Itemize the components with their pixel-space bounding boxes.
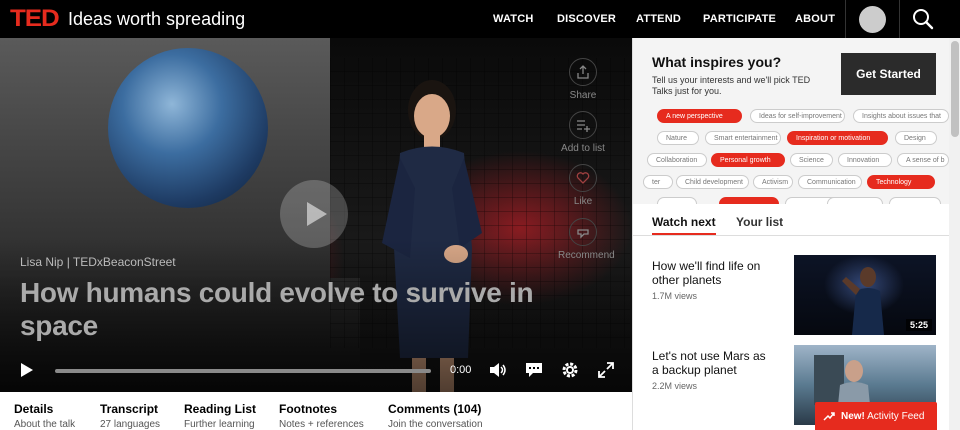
interest-chip[interactable]: Collaboration <box>647 153 707 167</box>
interest-chip[interactable]: Ideas for self-improvement <box>750 109 845 123</box>
interests-heading: What inspires you? <box>652 54 782 70</box>
divider <box>633 235 949 236</box>
like-label: Like <box>573 196 593 207</box>
share-action[interactable]: Share <box>558 58 608 101</box>
duration-badge: 5:25 <box>905 319 932 331</box>
tab-title: Transcript <box>100 402 159 416</box>
interest-chip[interactable] <box>889 197 941 204</box>
interest-chip[interactable]: Science <box>790 153 833 167</box>
share-icon <box>569 58 597 86</box>
tab-details[interactable]: Details About the talk <box>14 402 75 430</box>
interest-chip[interactable]: Innovation <box>838 153 892 167</box>
video-player[interactable]: Share Add to list Like Recommend Lisa Ni… <box>0 38 632 392</box>
interests-panel: What inspires you? Tell us your interest… <box>633 38 949 204</box>
interest-chip[interactable] <box>657 197 697 204</box>
top-navigation-bar: TED Ideas worth spreading WATCH DISCOVER… <box>0 0 960 38</box>
add-to-list-action[interactable]: Add to list <box>558 111 608 154</box>
interest-chip[interactable]: ter <box>643 175 673 189</box>
tab-subtitle: 27 languages <box>100 419 161 430</box>
add-to-list-label: Add to list <box>561 143 605 154</box>
tab-your-list[interactable]: Your list <box>736 215 783 229</box>
talk-item-views: 2.2M views <box>652 381 698 391</box>
interest-chip[interactable]: Activism <box>753 175 793 189</box>
tab-subtitle: About the talk <box>14 419 76 430</box>
recommend-action[interactable]: Recommend <box>558 218 615 261</box>
video-controls: 0:00 <box>0 355 632 385</box>
talk-item-title: How we'll find life on other planets <box>652 259 761 287</box>
progress-bar[interactable] <box>55 369 431 373</box>
nav-attend[interactable]: ATTEND <box>636 0 681 38</box>
scrollbar-thumb[interactable] <box>951 41 959 137</box>
interest-chip[interactable] <box>719 197 779 204</box>
interest-chip[interactable]: A new perspective <box>657 109 742 123</box>
tab-title: Reading List <box>184 402 257 416</box>
watch-next-item[interactable]: How we'll find life on other planets 1.7… <box>652 259 770 301</box>
tab-watch-next[interactable]: Watch next <box>652 215 716 229</box>
nav-divider <box>845 0 846 38</box>
sidebar: What inspires you? Tell us your interest… <box>632 38 960 430</box>
interest-chip[interactable]: Communication <box>798 175 862 189</box>
tab-subtitle: Join the conversation <box>388 419 483 430</box>
interest-chip[interactable]: Insights about issues that <box>853 109 949 123</box>
earth-image <box>108 48 268 208</box>
ted-logo[interactable]: TED <box>10 5 60 33</box>
speaker-event-label[interactable]: Lisa Nip | TEDxBeaconStreet <box>20 255 176 269</box>
trending-icon <box>823 412 835 421</box>
interest-chips: A new perspective Ideas for self-improve… <box>633 108 949 204</box>
play-icon <box>307 202 327 226</box>
interest-chip[interactable]: Child development <box>676 175 749 189</box>
captions-icon[interactable] <box>524 360 544 380</box>
tab-transcript[interactable]: Transcript 27 languages <box>100 402 160 430</box>
nav-participate[interactable]: PARTICIPATE <box>703 0 776 38</box>
tab-comments[interactable]: Comments (104) Join the conversation <box>388 402 483 430</box>
user-avatar[interactable] <box>859 6 886 33</box>
activity-feed-button[interactable]: New! Activity Feed <box>815 402 937 430</box>
recommend-icon <box>569 218 597 246</box>
share-label: Share <box>569 90 597 101</box>
interest-chip[interactable]: Design <box>895 131 937 145</box>
volume-icon[interactable] <box>488 360 508 380</box>
time-display: 0:00 <box>450 364 472 376</box>
nav-watch[interactable]: WATCH <box>493 0 534 38</box>
interest-chip[interactable]: Technology <box>867 175 935 189</box>
nav-divider <box>899 0 900 38</box>
nav-discover[interactable]: DISCOVER <box>557 0 616 38</box>
talk-title: How humans could evolve to survive in sp… <box>20 277 534 341</box>
nav-about[interactable]: ABOUT <box>795 0 835 38</box>
interest-chip[interactable]: Inspiration or motivation <box>787 131 888 145</box>
tab-title: Comments (104) <box>388 402 482 416</box>
interest-chip[interactable]: Nature <box>657 131 699 145</box>
watch-next-item[interactable]: Let's not use Mars as a backup planet 2.… <box>652 349 770 391</box>
tab-title: Footnotes <box>279 402 337 416</box>
like-action[interactable]: Like <box>558 164 608 207</box>
tagline: Ideas worth spreading <box>68 9 246 29</box>
talk-item-views: 1.7M views <box>652 291 698 301</box>
interest-chip[interactable] <box>827 197 883 204</box>
search-icon[interactable] <box>912 8 934 30</box>
tab-reading-list[interactable]: Reading List Further learning <box>184 402 256 430</box>
activity-feed-label: Activity Feed <box>867 410 925 422</box>
tab-subtitle: Notes + references <box>279 419 364 430</box>
talk-thumbnail[interactable]: 5:25 <box>794 255 936 335</box>
interest-chip[interactable]: Personal growth <box>711 153 785 167</box>
fullscreen-icon[interactable] <box>596 360 616 380</box>
interest-chip[interactable]: Smart entertainment <box>705 131 781 145</box>
big-play-button[interactable] <box>280 180 348 248</box>
tab-title: Details <box>14 402 54 416</box>
play-icon[interactable] <box>16 360 36 380</box>
interest-chip[interactable]: A sense of b <box>897 153 949 167</box>
settings-gear-icon[interactable] <box>560 360 580 380</box>
activity-feed-badge: New! <box>841 410 865 422</box>
tab-subtitle: Further learning <box>184 419 255 430</box>
talk-item-title: Let's not use Mars as a backup planet <box>652 349 766 377</box>
recommend-label: Recommend <box>558 250 615 261</box>
add-to-list-icon <box>569 111 597 139</box>
heart-icon <box>569 164 597 192</box>
interests-description: Tell us your interests and we'll pick TE… <box>652 75 811 96</box>
get-started-button[interactable]: Get Started <box>841 53 936 95</box>
tab-footnotes[interactable]: Footnotes Notes + references <box>279 402 364 430</box>
